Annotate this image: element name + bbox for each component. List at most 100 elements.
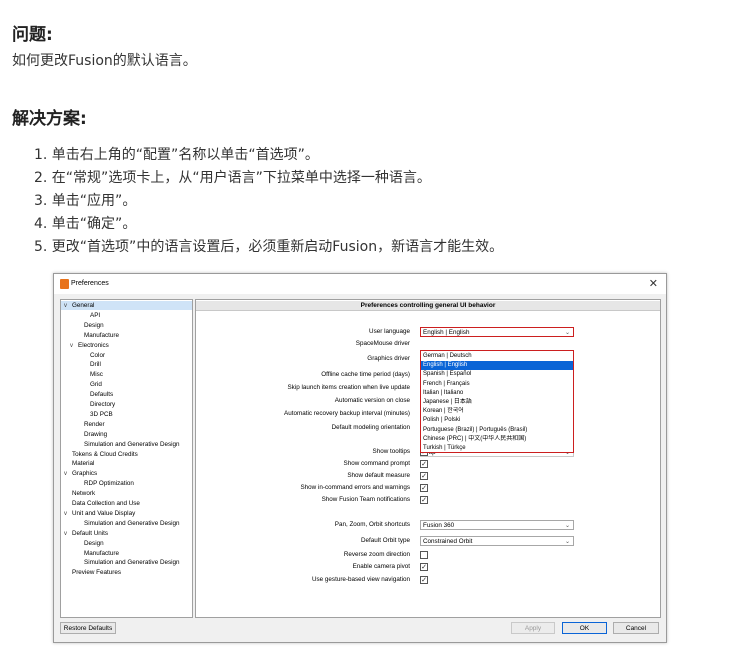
language-option[interactable]: Italian | Italiano bbox=[421, 389, 573, 398]
chevron-down-icon[interactable]: v bbox=[64, 470, 72, 479]
step-item: 4. 单击“确定”。 bbox=[34, 216, 137, 232]
tree-item-label: Unit and Value Display bbox=[72, 509, 136, 517]
close-icon[interactable]: ✕ bbox=[649, 277, 658, 290]
tree-item[interactable]: Design bbox=[61, 539, 104, 548]
tree-item[interactable]: API bbox=[61, 311, 100, 320]
language-option[interactable]: English | English bbox=[421, 361, 573, 370]
tree-item[interactable]: Tokens & Cloud Credits bbox=[61, 450, 138, 459]
tree-item[interactable]: Drawing bbox=[61, 430, 107, 439]
tree-item[interactable]: Design bbox=[61, 321, 104, 330]
orbit-type-value: Constrained Orbit bbox=[423, 538, 473, 545]
tree-item-label: RDP Optimization bbox=[84, 480, 134, 488]
check-icon: ✓ bbox=[421, 497, 427, 504]
chevron-down-icon: ⌄ bbox=[564, 523, 570, 529]
show-incommand-checkbox[interactable]: ✓ bbox=[420, 484, 428, 492]
preferences-tree[interactable]: v General API Design Manufacture v Electronics… bbox=[60, 299, 193, 618]
problem-heading: 问题: bbox=[12, 25, 53, 45]
tree-item[interactable]: v Graphics bbox=[61, 469, 97, 478]
language-option[interactable]: Turkish | Türkçe bbox=[421, 444, 573, 453]
check-icon: ✓ bbox=[421, 461, 427, 468]
solution-steps: 1. 单击右上角的“配置”名称以单击“首选项”。 2. 在“常规”选项卡上，从“… bbox=[34, 144, 503, 259]
tree-item[interactable]: Color bbox=[61, 351, 105, 360]
language-option[interactable]: Korean | 한국어 bbox=[421, 407, 573, 416]
tree-item[interactable]: Drill bbox=[61, 360, 101, 369]
tree-item-label: Drawing bbox=[84, 430, 108, 438]
tree-item[interactable]: Misc bbox=[61, 370, 103, 379]
tree-item[interactable]: Manufacture bbox=[61, 331, 119, 340]
gesture-navigation-checkbox[interactable]: ✓ bbox=[420, 576, 428, 584]
tree-item[interactable]: 3D PCB bbox=[61, 410, 113, 419]
tree-item[interactable]: Manufacture bbox=[61, 549, 119, 558]
user-language-dropdown-list[interactable]: German | Deutsch English | English Spanish… bbox=[420, 350, 574, 453]
tree-item-label: Render bbox=[84, 420, 105, 428]
user-language-combo[interactable]: English | English ⌄ bbox=[420, 327, 574, 337]
dialog-title: Preferences bbox=[71, 280, 109, 287]
tree-item[interactable]: Simulation and Generative Design bbox=[61, 440, 180, 449]
label-show-command-prompt: Show command prompt bbox=[343, 460, 411, 467]
show-command-prompt-checkbox[interactable]: ✓ bbox=[420, 460, 428, 468]
tree-item-label: Simulation and Generative Design bbox=[84, 559, 180, 567]
cancel-button[interactable]: Cancel bbox=[613, 622, 659, 634]
language-option[interactable]: Spanish | Español bbox=[421, 370, 573, 379]
show-default-measure-checkbox[interactable]: ✓ bbox=[420, 472, 428, 480]
pan-zoom-orbit-value: Fusion 360 bbox=[423, 522, 455, 529]
tree-item[interactable]: Simulation and Generative Design bbox=[61, 519, 180, 528]
reverse-zoom-checkbox[interactable] bbox=[420, 551, 428, 559]
tree-item[interactable]: Material bbox=[61, 459, 94, 468]
tree-item-label: Manufacture bbox=[84, 549, 120, 557]
camera-pivot-checkbox[interactable]: ✓ bbox=[420, 563, 428, 571]
tree-item[interactable]: Simulation and Generative Design bbox=[61, 558, 180, 567]
label-default-orbit-type: Default Orbit type bbox=[361, 537, 410, 544]
tree-item-label: Manufacture bbox=[84, 331, 120, 339]
label-camera-pivot: Enable camera pivot bbox=[352, 563, 410, 570]
label-graphics-driver: Graphics driver bbox=[367, 355, 410, 362]
tree-item[interactable]: Data Collection and Use bbox=[61, 499, 140, 508]
restore-defaults-button[interactable]: Restore Defaults bbox=[60, 622, 116, 634]
label-show-tooltips: Show tooltips bbox=[372, 448, 410, 455]
tree-item[interactable]: Render bbox=[61, 420, 105, 429]
language-option[interactable]: Japanese | 日本語 bbox=[421, 398, 573, 407]
step-item: 2. 在“常规”选项卡上，从“用户语言”下拉菜单中选择一种语言。 bbox=[34, 170, 431, 186]
tree-item-label: Preview Features bbox=[72, 569, 121, 577]
language-option[interactable]: Portuguese (Brazil) | Português (Brasil) bbox=[421, 426, 573, 435]
tree-item[interactable]: Directory bbox=[61, 400, 115, 409]
label-spacemouse-driver: SpaceMouse driver bbox=[355, 340, 410, 347]
tree-item-label: Electronics bbox=[78, 341, 109, 349]
tree-item-label: Tokens & Cloud Credits bbox=[72, 450, 138, 458]
user-language-value: English | English bbox=[423, 329, 470, 336]
problem-text: 如何更改Fusion的默认语言。 bbox=[12, 53, 197, 69]
chevron-down-icon[interactable]: v bbox=[64, 530, 72, 539]
tree-item-label: Directory bbox=[90, 401, 116, 408]
tree-item[interactable]: RDP Optimization bbox=[61, 479, 134, 488]
language-option[interactable]: German | Deutsch bbox=[421, 352, 573, 361]
pan-zoom-orbit-combo[interactable]: Fusion 360 ⌄ bbox=[420, 520, 574, 530]
ok-button[interactable]: OK bbox=[562, 622, 607, 634]
tree-item[interactable]: v General bbox=[61, 301, 192, 311]
tree-item-label: Drill bbox=[90, 361, 101, 369]
check-icon: ✓ bbox=[421, 577, 427, 584]
label-user-language: User language bbox=[369, 328, 410, 335]
tree-item[interactable]: v Electronics bbox=[61, 341, 109, 350]
tree-item[interactable]: Grid bbox=[61, 380, 102, 389]
chevron-down-icon[interactable]: v bbox=[64, 302, 72, 311]
label-skip-launch: Skip launch items creation when live upd… bbox=[287, 384, 410, 391]
tree-item-label: API bbox=[90, 311, 101, 319]
label-pan-zoom-orbit: Pan, Zoom, Orbit shortcuts bbox=[334, 521, 410, 528]
language-option[interactable]: French | Français bbox=[421, 380, 573, 389]
show-team-notifications-checkbox[interactable]: ✓ bbox=[420, 496, 428, 504]
tree-item-label: Graphics bbox=[72, 470, 98, 478]
language-option[interactable]: Polish | Polski bbox=[421, 416, 573, 425]
chevron-down-icon[interactable]: v bbox=[70, 342, 78, 351]
tree-item[interactable]: Network bbox=[61, 489, 95, 498]
tree-item[interactable]: Preview Features bbox=[61, 568, 121, 577]
label-reverse-zoom: Reverse zoom direction bbox=[343, 551, 410, 558]
orbit-type-combo[interactable]: Constrained Orbit ⌄ bbox=[420, 536, 574, 546]
tree-item[interactable]: v Unit and Value Display bbox=[61, 509, 135, 518]
apply-button[interactable]: Apply bbox=[511, 622, 555, 634]
label-show-incommand: Show in-command errors and warnings bbox=[300, 484, 410, 491]
tree-item[interactable]: Defaults bbox=[61, 390, 113, 399]
tree-item-label: Data Collection and Use bbox=[72, 500, 140, 507]
tree-item[interactable]: v Default Units bbox=[61, 529, 108, 538]
language-option[interactable]: Chinese (PRC) | 中文(中华人民共和国) bbox=[421, 435, 573, 444]
chevron-down-icon[interactable]: v bbox=[64, 510, 72, 519]
